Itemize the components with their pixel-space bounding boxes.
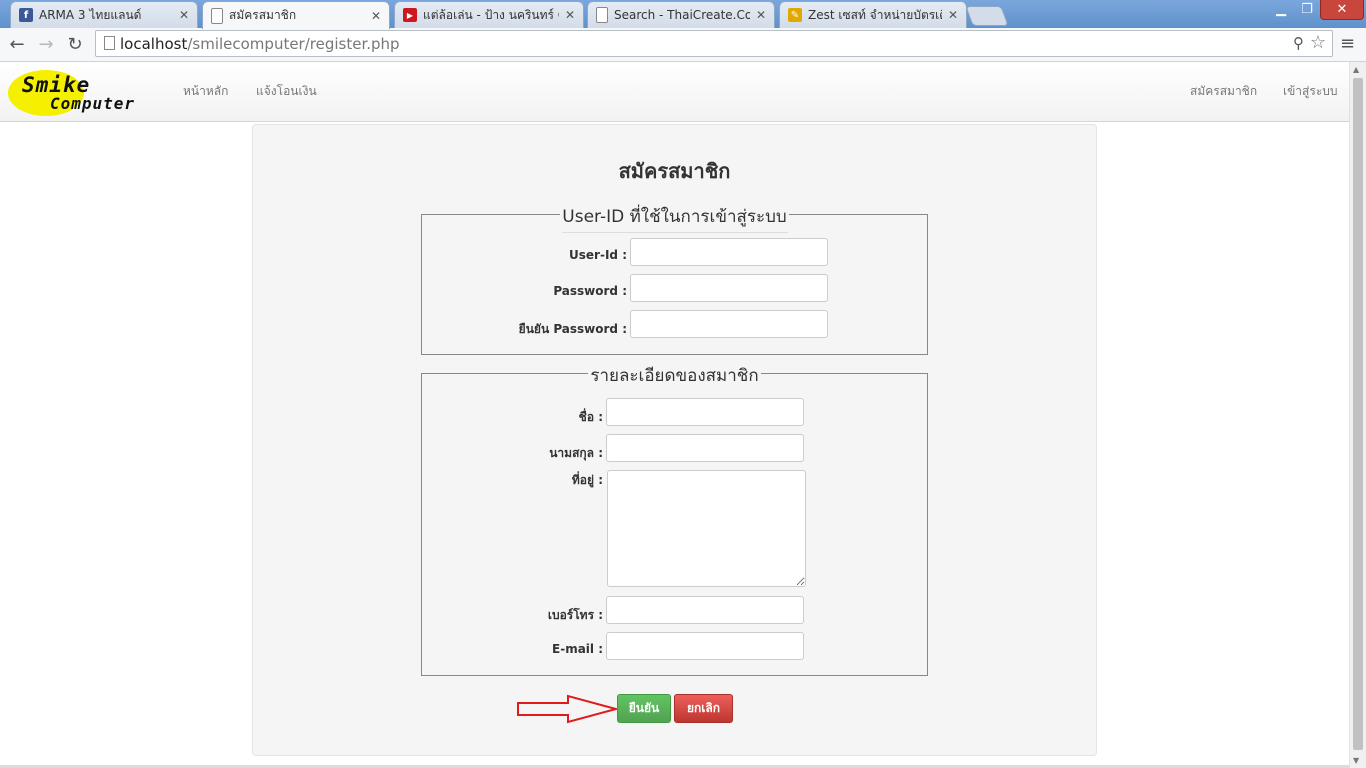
close-icon[interactable]: ✕	[946, 8, 960, 22]
nav-link-home[interactable]: หน้าหลัก	[183, 82, 228, 101]
account-fieldset: User-ID ที่ใช้ในการเข้าสู่ระบบ User-Id :…	[421, 207, 928, 355]
site-navbar: Smike Computer หน้าหลัก แจ้งโอนเงิน สมัค…	[0, 62, 1349, 122]
reload-icon[interactable]: ↻	[63, 33, 87, 57]
browser-tab-thaicreate[interactable]: Search - ThaiCreate.Com ✕	[587, 1, 775, 28]
tab-title: ARMA 3 ไทยแลนด์	[39, 7, 142, 22]
address-bar[interactable]: localhost/smilecomputer/register.php ⚲ ☆	[95, 30, 1333, 57]
forward-arrow-icon[interactable]: →	[34, 33, 58, 57]
close-icon[interactable]: ✕	[754, 8, 768, 22]
tab-title: Zest เซสท์ จำหน่ายบัตรเติมเงิน	[808, 7, 942, 22]
vertical-scrollbar[interactable]: ▲ ▼	[1349, 62, 1366, 768]
page-icon	[596, 7, 608, 23]
tab-title: Search - ThaiCreate.Com	[614, 8, 750, 22]
facebook-icon: f	[19, 8, 33, 22]
submit-button[interactable]: ยืนยัน	[617, 694, 671, 723]
browser-toolbar: ← → ↻ localhost/smilecomputer/register.p…	[0, 28, 1366, 62]
page-icon	[104, 36, 115, 50]
account-legend: User-ID ที่ใช้ในการเข้าสู่ระบบ	[560, 207, 789, 227]
userid-input[interactable]	[630, 238, 828, 266]
browser-tab-facebook[interactable]: f ARMA 3 ไทยแลนด์ ✕	[10, 1, 198, 28]
new-tab-button[interactable]	[965, 6, 1009, 26]
scroll-down-icon[interactable]: ▼	[1353, 756, 1359, 765]
youtube-icon: ▶	[403, 8, 417, 22]
details-legend: รายละเอียดของสมาชิก	[588, 366, 761, 386]
window-close-icon[interactable]: ✕	[1320, 0, 1364, 20]
legend-divider	[562, 232, 788, 233]
minimize-icon[interactable]: ▁	[1268, 0, 1294, 20]
browser-tab-zest[interactable]: ✎ Zest เซสท์ จำหน่ายบัตรเติมเงิน ✕	[779, 1, 967, 28]
back-arrow-icon[interactable]: ←	[5, 33, 29, 57]
password-input[interactable]	[630, 274, 828, 302]
page-icon	[211, 7, 223, 24]
tab-title: แต่ล้อเล่น - ป้าง นครินทร์ Offi	[423, 7, 559, 22]
browser-tab-strip: f ARMA 3 ไทยแลนด์ ✕ สมัครสมาชิก ✕ ▶ แต่ล…	[0, 0, 1366, 29]
menu-icon[interactable]: ≡	[1340, 33, 1355, 54]
page-viewport: Smike Computer หน้าหลัก แจ้งโอนเงิน สมัค…	[0, 62, 1349, 768]
userid-label: User-Id :	[569, 248, 627, 262]
annotation-arrow-icon	[517, 694, 620, 724]
scrollbar-thumb[interactable]	[1353, 78, 1363, 750]
zoom-icon[interactable]: ⚲	[1293, 34, 1304, 52]
browser-tab-register[interactable]: สมัครสมาชิก ✕	[202, 1, 390, 29]
firstname-input[interactable]	[606, 398, 804, 426]
address-label: ที่อยู่ :	[571, 473, 603, 487]
scroll-up-icon[interactable]: ▲	[1353, 65, 1359, 74]
restore-icon[interactable]: ❐	[1294, 0, 1320, 20]
lastname-label: นามสกุล :	[549, 446, 603, 460]
lastname-input[interactable]	[606, 434, 804, 462]
site-logo[interactable]: Smike Computer	[8, 68, 168, 118]
phone-input[interactable]	[606, 596, 804, 624]
close-icon[interactable]: ✕	[369, 9, 383, 23]
details-fieldset: รายละเอียดของสมาชิก ชื่อ : นามสกุล : ที่…	[421, 366, 928, 676]
firstname-label: ชื่อ :	[578, 410, 603, 424]
address-textarea[interactable]	[607, 470, 806, 587]
cancel-button[interactable]: ยกเลิก	[674, 694, 733, 723]
page-title: สมัครสมาชิก	[618, 159, 731, 183]
logo-text-line2: Computer	[50, 94, 136, 113]
confirm-password-input[interactable]	[630, 310, 828, 338]
zest-icon: ✎	[788, 8, 802, 22]
email-input[interactable]	[606, 632, 804, 660]
register-panel: สมัครสมาชิก User-ID ที่ใช้ในการเข้าสู่ระ…	[252, 124, 1097, 756]
nav-link-login[interactable]: เข้าสู่ระบบ	[1283, 82, 1338, 101]
url-text[interactable]: localhost/smilecomputer/register.php	[120, 35, 400, 53]
password-label: Password :	[553, 284, 627, 298]
nav-link-payment-notify[interactable]: แจ้งโอนเงิน	[256, 82, 317, 101]
bookmark-star-icon[interactable]: ☆	[1310, 32, 1326, 53]
tab-title: สมัครสมาชิก	[229, 8, 297, 22]
email-label: E-mail :	[552, 642, 603, 656]
phone-label: เบอร์โทร :	[547, 608, 603, 622]
confirm-password-label: ยืนยัน Password :	[518, 322, 627, 336]
close-icon[interactable]: ✕	[563, 8, 577, 22]
browser-tab-youtube[interactable]: ▶ แต่ล้อเล่น - ป้าง นครินทร์ Offi ✕	[394, 1, 584, 28]
close-icon[interactable]: ✕	[177, 8, 191, 22]
nav-link-register[interactable]: สมัครสมาชิก	[1190, 82, 1257, 101]
